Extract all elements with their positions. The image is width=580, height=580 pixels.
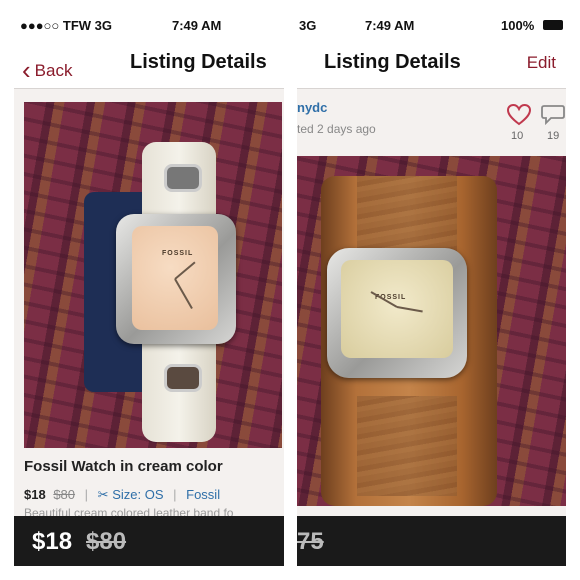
listing-original-price: $80	[53, 487, 76, 502]
seller-username[interactable]: nydc	[297, 100, 327, 115]
network-label: 3G	[299, 18, 317, 33]
left-screenshot: ●●●○○ TFW 3G 7:49 AM ‹ Back Listing Detai…	[14, 14, 284, 566]
bar-original-price: $80	[86, 528, 127, 555]
right-screenshot: 3G 7:49 AM 100% Listing Details Edit nyd…	[297, 14, 566, 566]
posted-time: ted 2 days ago	[297, 122, 376, 136]
watch-dial: FOSSIL	[132, 226, 218, 330]
strap-stitching-top	[357, 176, 457, 256]
strap-stitching-bottom	[357, 396, 457, 496]
back-label: Back	[34, 61, 73, 80]
watch-logo: FOSSIL	[162, 250, 194, 257]
brand-link[interactable]: Fossil	[186, 487, 220, 502]
bar-original-price: 75	[297, 528, 324, 555]
listing-photo[interactable]: FOSSIL	[24, 102, 282, 448]
minute-hand	[396, 306, 423, 313]
listing-meta: $18 $80 | ✂ Size: OS | Fossil	[24, 487, 220, 503]
status-time: 7:49 AM	[172, 18, 222, 33]
minute-hand	[174, 278, 193, 309]
page-title: Listing Details	[324, 51, 461, 73]
watch-dial: FOSSIL	[341, 260, 453, 358]
chevron-left-icon: ‹	[22, 55, 31, 85]
nav-bar: Listing Details Edit	[297, 36, 566, 89]
price-bar: 75	[297, 516, 566, 566]
carrier-signal: ●●●○○ TFW 3G	[20, 18, 112, 33]
like-count: 10	[511, 130, 524, 142]
size-link[interactable]: Size: OS	[112, 487, 163, 502]
strap-buckle	[164, 164, 202, 192]
heart-icon[interactable]	[507, 104, 531, 126]
hour-hand	[174, 261, 196, 280]
status-time: 7:49 AM	[365, 18, 415, 33]
status-bar: 3G 7:49 AM 100%	[297, 14, 566, 36]
bar-price: $18	[32, 528, 73, 555]
listing-title[interactable]: Fossil Watch in cream color	[24, 458, 223, 475]
status-bar: ●●●○○ TFW 3G 7:49 AM	[14, 14, 284, 36]
back-button[interactable]: ‹ Back	[22, 52, 73, 85]
listing-price: $18	[24, 487, 46, 502]
page-title: Listing Details	[130, 51, 267, 73]
size-icon: ✂	[97, 487, 109, 502]
listing-photo[interactable]: FOSSIL	[297, 156, 566, 506]
battery-icon	[543, 20, 563, 30]
price-bar: $18 $80	[14, 516, 284, 566]
battery-percent: 100%	[501, 18, 535, 33]
comment-icon[interactable]	[541, 104, 565, 126]
edit-button[interactable]: Edit	[527, 53, 556, 73]
divider: |	[173, 487, 177, 502]
strap-loop	[164, 364, 202, 392]
nav-bar: ‹ Back Listing Details	[14, 36, 284, 89]
divider: |	[84, 487, 89, 502]
comment-count: 19	[547, 130, 560, 142]
